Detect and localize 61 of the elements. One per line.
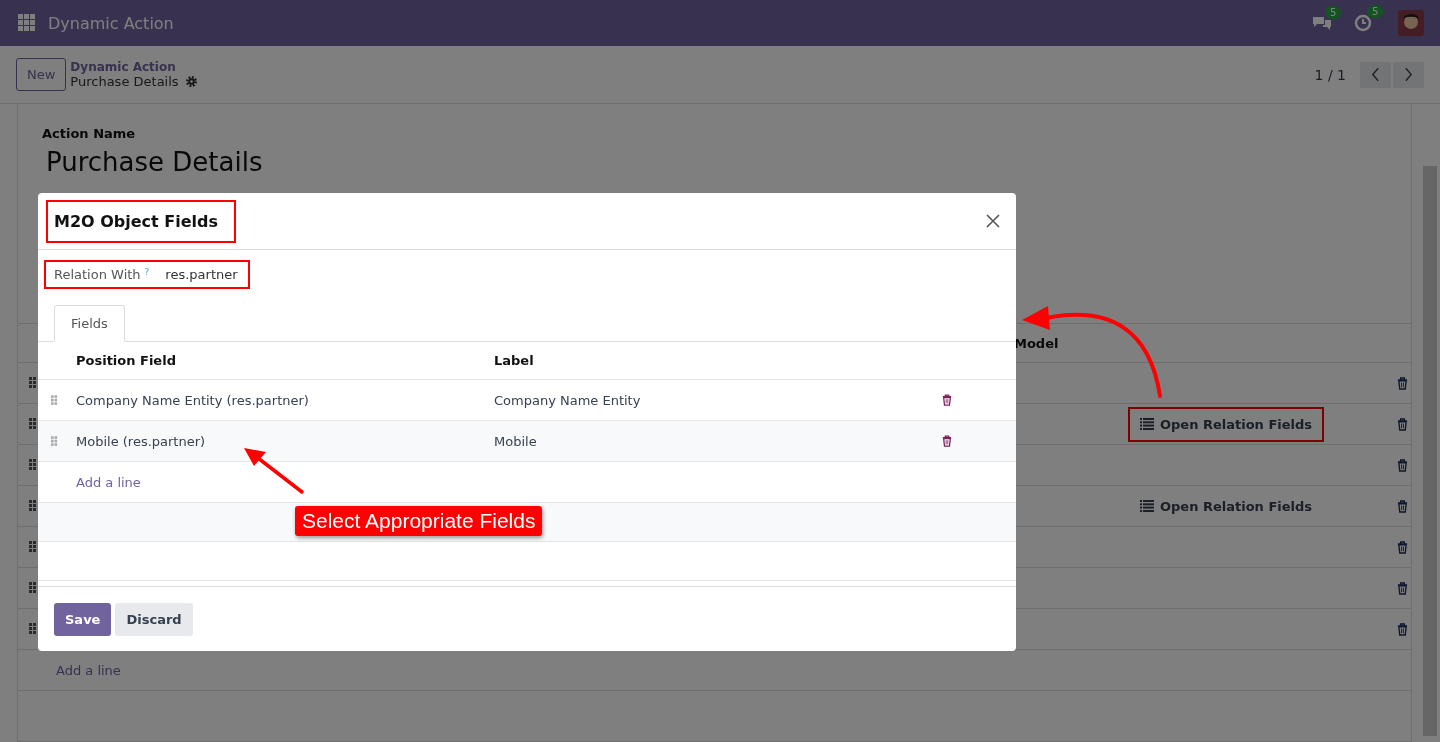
trash-icon[interactable]: [1397, 458, 1408, 472]
list-icon: [1140, 418, 1154, 430]
open-relation-fields-button[interactable]: Open Relation Fields: [1130, 490, 1323, 522]
breadcrumb-link[interactable]: Dynamic Action: [70, 60, 198, 74]
trash-icon[interactable]: [1397, 417, 1408, 431]
close-icon: [986, 214, 1000, 228]
drag-handle-icon[interactable]: [29, 459, 37, 471]
pager-value: 1 / 1: [1314, 66, 1346, 83]
add-line-link[interactable]: Add a line: [76, 474, 494, 490]
drag-handle-icon[interactable]: [29, 582, 37, 594]
save-button[interactable]: Save: [54, 602, 112, 636]
next-button[interactable]: [1393, 61, 1424, 88]
close-button[interactable]: [984, 212, 1002, 230]
column-header[interactable]: Label: [494, 353, 934, 368]
dialog-title: M2O Object Fields: [48, 201, 235, 241]
list-icon: [1140, 500, 1154, 512]
column-header[interactable]: Model: [1014, 335, 1059, 351]
record-name: Purchase Details: [70, 74, 179, 89]
drag-handle-icon[interactable]: [51, 435, 58, 447]
action-name-value[interactable]: Purchase Details: [46, 147, 1387, 177]
table-cell-text: Mobile: [494, 433, 538, 449]
column-header[interactable]: Position Field: [76, 353, 494, 368]
trash-icon[interactable]: [1397, 622, 1408, 636]
field-label: Action Name: [42, 126, 137, 141]
table-cell-text: Company Name Entity (res.partner): [76, 392, 310, 408]
trash-icon[interactable]: [1397, 376, 1408, 390]
relation-value: res.partner: [165, 267, 238, 282]
open-relation-fields-button[interactable]: Open Relation Fields: [1130, 408, 1323, 440]
discard-button[interactable]: Discard: [115, 602, 193, 636]
drag-handle-icon[interactable]: [29, 500, 37, 512]
drag-handle-icon[interactable]: [29, 377, 37, 389]
trash-icon[interactable]: [942, 394, 952, 406]
annotation-arrow: [244, 448, 304, 494]
message-count-badge: 5: [1325, 6, 1342, 19]
fields-tab[interactable]: Fields: [54, 305, 125, 342]
trash-icon[interactable]: [1397, 581, 1408, 595]
drag-handle-icon[interactable]: [29, 541, 37, 553]
activity-count-badge: 5: [1367, 5, 1384, 18]
trash-icon[interactable]: [1397, 499, 1408, 513]
chat-icon[interactable]: [1312, 15, 1332, 31]
trash-icon[interactable]: [1397, 540, 1408, 554]
clock-icon[interactable]: [1354, 14, 1372, 32]
chevron-right-icon: [1404, 67, 1413, 82]
field-label: Relation With: [54, 267, 141, 282]
gear-icon[interactable]: [184, 75, 198, 88]
scrollbar[interactable]: [1423, 166, 1437, 736]
add-line-link[interactable]: Add a line: [56, 662, 121, 678]
avatar-icon[interactable]: [1398, 10, 1424, 36]
drag-handle-icon[interactable]: [29, 418, 37, 430]
previous-button[interactable]: [1360, 61, 1391, 88]
help-mark[interactable]: ?: [144, 267, 150, 277]
new-button[interactable]: New: [16, 58, 67, 91]
drag-handle-icon[interactable]: [29, 623, 37, 635]
chevron-left-icon: [1371, 67, 1380, 82]
callout-label: Select Appropriate Fields: [295, 506, 543, 536]
trash-icon[interactable]: [942, 435, 952, 447]
app-name[interactable]: Dynamic Action: [48, 13, 174, 33]
table-cell-text: Mobile (res.partner): [76, 433, 207, 449]
apps-grid-icon[interactable]: [18, 14, 36, 32]
table-cell-text: Company Name Entity: [494, 392, 642, 408]
drag-handle-icon[interactable]: [51, 394, 58, 406]
